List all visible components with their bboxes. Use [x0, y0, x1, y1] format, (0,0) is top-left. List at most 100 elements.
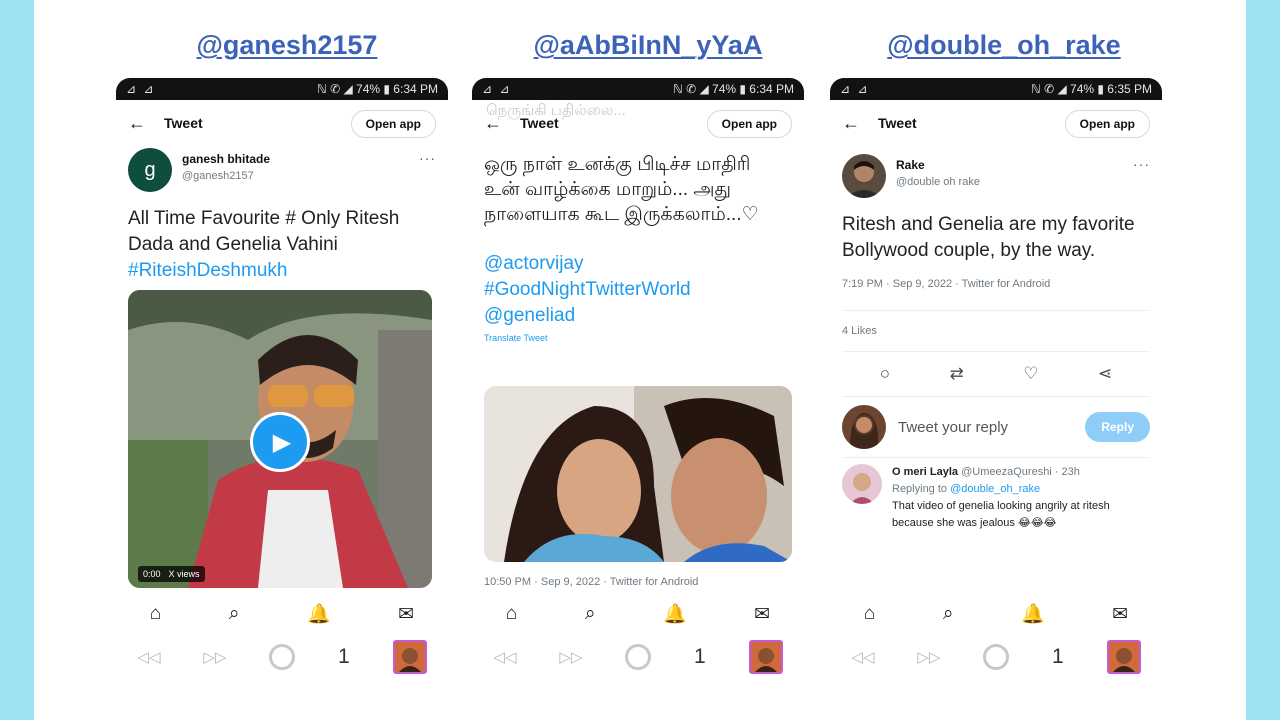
home-icon[interactable]: ⌂: [150, 603, 161, 625]
video-views: X views: [168, 569, 200, 579]
messages-icon[interactable]: ✉: [754, 603, 770, 626]
tweet-header: ← Tweet Open app: [116, 100, 448, 146]
status-left: ⊿ ⊿: [840, 82, 870, 96]
status-bar: ⊿ ⊿ ℕ ✆ ◢ 74% ▮ 6:34 PM: [116, 78, 448, 100]
profile-avatar[interactable]: [748, 640, 783, 674]
replying-prefix: Replying to: [892, 483, 951, 495]
notifications-icon[interactable]: 🔔: [1021, 602, 1045, 626]
home-circle-icon[interactable]: [269, 644, 296, 670]
avatar[interactable]: [842, 154, 886, 198]
home-icon[interactable]: ⌂: [506, 603, 517, 625]
forward-icon[interactable]: ▷▷: [917, 648, 940, 666]
reply-author-name[interactable]: O meri Layla: [892, 466, 958, 478]
play-icon[interactable]: ▶: [250, 412, 310, 472]
replying-to-link[interactable]: @double_oh_rake: [950, 483, 1040, 495]
handle-label: @ganesh2157: [196, 30, 378, 60]
tab-count[interactable]: 1: [338, 645, 350, 669]
like-icon[interactable]: ♡: [1023, 364, 1038, 384]
notifications-icon[interactable]: 🔔: [663, 602, 687, 626]
profile-avatar[interactable]: [392, 640, 427, 674]
status-right: ℕ ✆ ◢ 74% ▮ 6:35 PM: [1031, 82, 1152, 96]
profile-avatar[interactable]: [1106, 640, 1141, 674]
video-duration: 0:00: [143, 569, 161, 579]
reply-button[interactable]: Reply: [1085, 412, 1150, 442]
open-app-button[interactable]: Open app: [1064, 110, 1150, 138]
canvas: @ganesh2157 @aAbBiInN_yYaA @double_oh_ra…: [34, 0, 1246, 720]
tab-count[interactable]: 1: [694, 645, 706, 669]
reply-content: O meri Layla @UmeezaQureshi · 23h Replyi…: [892, 464, 1150, 532]
status-left: ⊿ ⊿: [482, 82, 512, 96]
forward-icon[interactable]: ▷▷: [203, 648, 226, 666]
tweet-header: ← Tweet Open app: [830, 100, 1162, 146]
tweet-header: ← Tweet நெருங்கி பதில்லை... Open app: [472, 100, 804, 146]
tweet-actions: ○ ⇄ ♡ ⋖: [830, 364, 1162, 384]
avatar: [842, 405, 886, 449]
forward-icon[interactable]: ▷▷: [559, 648, 582, 666]
status-bar: ⊿ ⊿ ℕ ✆ ◢ 74% ▮ 6:35 PM: [830, 78, 1162, 100]
browser-bar: ◁◁ ▷▷ 1: [830, 634, 1162, 680]
messages-icon[interactable]: ✉: [398, 603, 414, 626]
hashtag-link[interactable]: #RiteishDeshmukh: [128, 260, 287, 281]
status-right: ℕ ✆ ◢ 74% ▮ 6:34 PM: [673, 82, 794, 96]
handle-label: @aAbBiInN_yYaA: [533, 30, 763, 60]
home-icon[interactable]: ⌂: [864, 603, 875, 625]
notifications-icon[interactable]: 🔔: [307, 602, 331, 626]
video-info-badge: 0:00 X views: [138, 566, 205, 582]
open-app-button[interactable]: Open app: [350, 110, 436, 138]
author-handle[interactable]: @double oh rake: [896, 176, 980, 188]
bottom-nav: ⌂ ⌕ 🔔 ✉: [830, 594, 1162, 634]
reply-icon[interactable]: ○: [880, 364, 890, 384]
browser-bar: ◁◁ ▷▷ 1: [116, 634, 448, 680]
share-icon[interactable]: ⋖: [1098, 364, 1112, 384]
phone-screenshot-2: ⊿ ⊿ ℕ ✆ ◢ 74% ▮ 6:34 PM ← Tweet நெருங்கி…: [472, 78, 804, 680]
tweet-photo: [484, 386, 792, 562]
author-row: Rake @double oh rake ···: [830, 154, 1162, 198]
divider: [842, 310, 1150, 311]
mention-link[interactable]: @geneliad: [484, 305, 575, 326]
back-icon[interactable]: ◁◁: [493, 648, 516, 666]
search-icon[interactable]: ⌕: [943, 603, 954, 625]
divider: [842, 396, 1150, 397]
author-name[interactable]: ganesh bhitade: [182, 152, 270, 166]
status-bar: ⊿ ⊿ ℕ ✆ ◢ 74% ▮ 6:34 PM: [472, 78, 804, 100]
likes-count[interactable]: 4 Likes: [830, 325, 1162, 337]
search-icon[interactable]: ⌕: [229, 603, 240, 625]
reply-tweet[interactable]: O meri Layla @UmeezaQureshi · 23h Replyi…: [830, 464, 1162, 532]
avatar[interactable]: [842, 464, 882, 504]
back-icon[interactable]: ◁◁: [851, 648, 874, 666]
home-circle-icon[interactable]: [625, 644, 652, 670]
phone-screenshot-3: ⊿ ⊿ ℕ ✆ ◢ 74% ▮ 6:35 PM ← Tweet Open app…: [830, 78, 1162, 680]
tab-count[interactable]: 1: [1052, 645, 1064, 669]
translate-link[interactable]: Translate Tweet: [472, 333, 804, 343]
retweet-icon[interactable]: ⇄: [950, 364, 964, 384]
tweet-timestamp: 10:50 PM · Sep 9, 2022 · Twitter for And…: [484, 576, 699, 588]
mention-link[interactable]: @actorvijay: [484, 253, 584, 274]
browser-bar: ◁◁ ▷▷ 1: [472, 634, 804, 680]
phone-screenshot-1: ⊿ ⊿ ℕ ✆ ◢ 74% ▮ 6:34 PM ← Tweet Open app…: [116, 78, 448, 680]
search-icon[interactable]: ⌕: [585, 603, 596, 625]
tweet-image[interactable]: [484, 386, 792, 562]
open-app-button[interactable]: Open app: [706, 110, 792, 138]
divider: [842, 351, 1150, 352]
back-icon[interactable]: ◁◁: [137, 648, 160, 666]
tweet-timestamp: 7:19 PM · Sep 9, 2022 · Twitter for Andr…: [842, 278, 1051, 290]
tweet-video[interactable]: ▶ 0:00 X views: [128, 290, 432, 588]
tweet-body: Ritesh and Genelia are my favorite Bolly…: [842, 214, 1135, 261]
more-options-icon[interactable]: ···: [1133, 156, 1150, 172]
avatar[interactable]: g: [128, 148, 172, 192]
reply-input[interactable]: Tweet your reply: [898, 419, 1008, 436]
back-arrow-icon[interactable]: ←: [842, 113, 878, 134]
divider: [842, 457, 1150, 458]
status-right: ℕ ✆ ◢ 74% ▮ 6:34 PM: [317, 82, 438, 96]
home-circle-icon[interactable]: [983, 644, 1010, 670]
tweet-body: All Time Favourite # Only Ritesh Dada an…: [128, 208, 400, 255]
author-handle[interactable]: @ganesh2157: [182, 170, 270, 182]
messages-icon[interactable]: ✉: [1112, 603, 1128, 626]
hashtag-link[interactable]: #GoodNightTwitterWorld: [484, 279, 691, 300]
author-name[interactable]: Rake: [896, 158, 980, 172]
reply-composer: Tweet your reply Reply: [830, 405, 1162, 449]
header-title: Tweet: [878, 115, 917, 131]
back-arrow-icon[interactable]: ←: [128, 113, 164, 134]
faded-prior-text: நெருங்கி பதில்லை...: [486, 102, 626, 119]
more-options-icon[interactable]: ···: [419, 150, 436, 166]
